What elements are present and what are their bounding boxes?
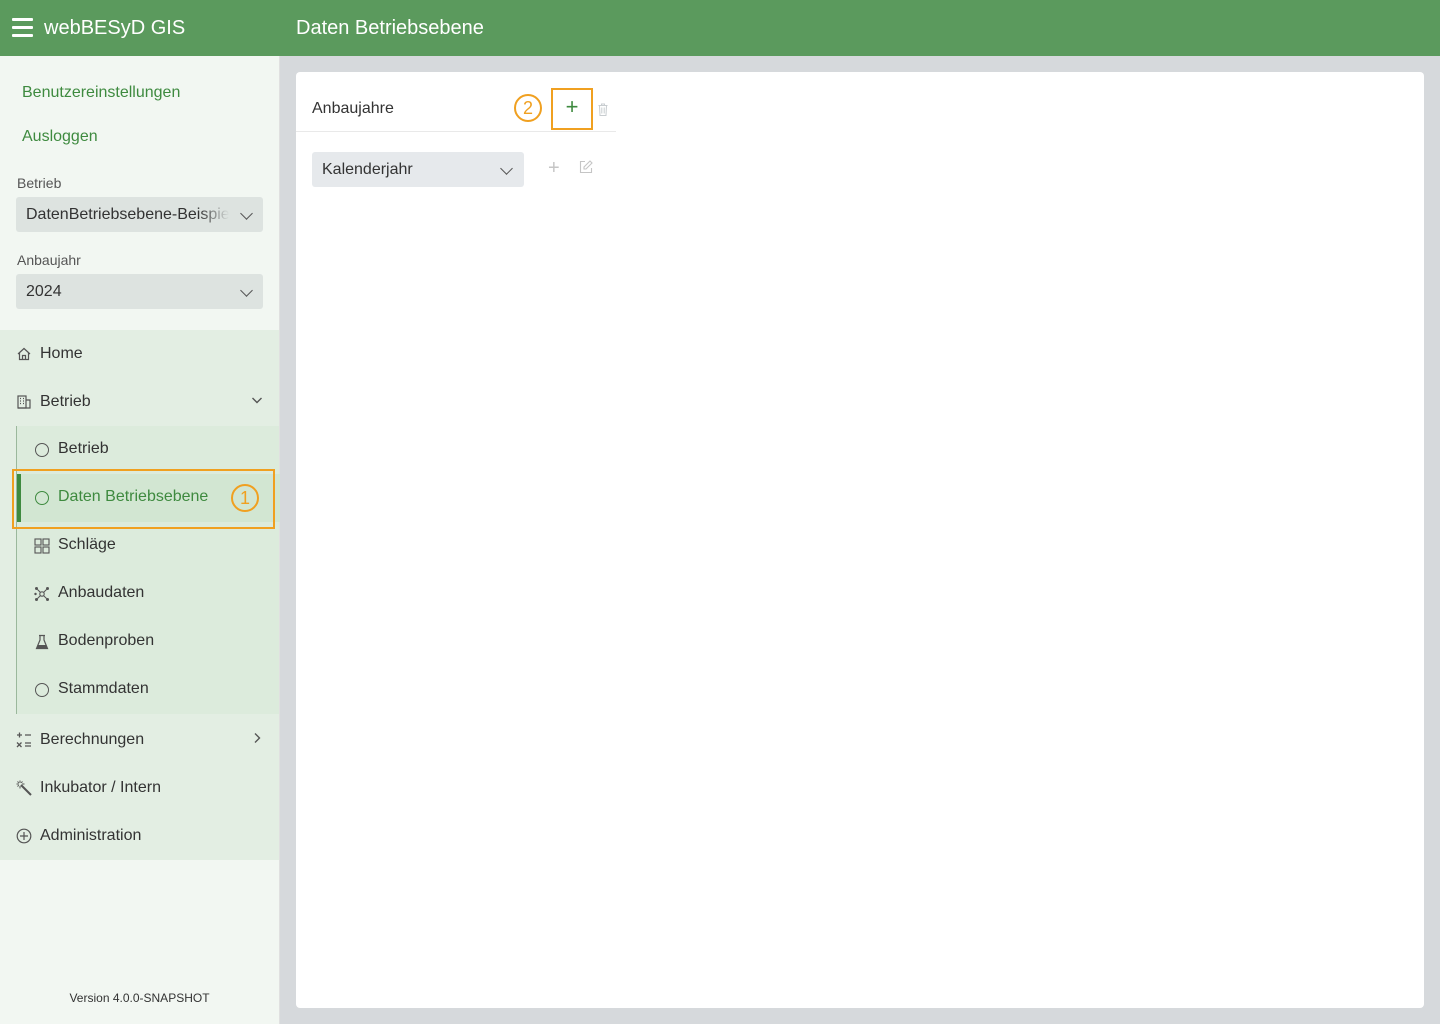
step-2-highlight [551,88,593,130]
circle-icon [34,682,50,698]
anbaujahr-select-value: 2024 [26,283,62,300]
trash-icon[interactable] [598,103,608,116]
user-settings-link[interactable]: Benutzereinstellungen [22,84,180,102]
sub-item-label: Stammdaten [58,680,149,697]
edit-icon[interactable] [579,160,593,174]
flask-icon [34,634,50,650]
chevron-down-icon [240,284,253,297]
nav-item-label: Berechnungen [40,731,145,748]
version-text: Version 4.0.0-SNAPSHOT [69,991,210,1005]
anbaujahr-select[interactable]: 2024 [16,274,263,309]
nav-item-home[interactable]: Home [0,330,279,378]
nav-item-administration[interactable]: Administration [0,812,279,860]
sidebar-item-bodenproben[interactable]: Bodenproben [17,618,280,666]
anbaujahr-label: Anbaujahr [17,252,81,268]
sub-item-label: Betrieb [58,440,109,457]
app-title: webBESyD GIS [44,17,186,39]
chevron-right-icon [251,731,263,749]
sub-item-label: Anbaudaten [58,584,145,601]
nav-item-label: Home [40,345,83,362]
sidebar-item-betrieb[interactable]: Betrieb [17,426,280,474]
step-1-badge: 1 [231,484,259,512]
betrieb-select-value: DatenBetriebsebene-Beispiel [26,206,229,223]
page-title: Daten Betriebsebene [296,17,484,39]
sub-item-label: Bodenproben [58,632,155,649]
sidebar-item-anbaudaten[interactable]: Anbaudaten [17,570,280,618]
hamburger-menu-icon[interactable] [12,18,33,37]
betrieb-label: Betrieb [17,175,62,191]
chevron-down-icon [251,393,263,411]
calculator-icon [16,732,32,748]
kalenderjahr-select[interactable]: Kalenderjahr [312,152,524,187]
building-icon [16,394,32,410]
nav-item-inkubator[interactable]: Inkubator / Intern [0,764,279,812]
sidebar: Benutzereinstellungen Ausloggen Betrieb … [0,56,280,1024]
chevron-down-icon [500,162,513,175]
logout-link[interactable]: Ausloggen [22,128,98,146]
step-2-badge: 2 [514,94,542,122]
nav-item-berechnungen[interactable]: Berechnungen [0,716,279,764]
anbaujahre-title: Anbaujahre [312,100,394,117]
sidebar-item-stammdaten[interactable]: Stammdaten [17,666,280,714]
top-bar: webBESyD GIS Daten Betriebsebene [0,0,1440,56]
magic-wand-icon [16,780,32,796]
main-navigation: Home Betrieb Betrieb Daten Betriebsebene [0,330,280,860]
kalenderjahr-select-value: Kalenderjahr [322,161,413,178]
main-card: Anbaujahre + Kalenderjahr + [296,72,1424,1008]
add-kalenderjahr-button[interactable]: + [548,157,560,180]
betrieb-select[interactable]: DatenBetriebsebene-Beispiel [16,197,263,232]
home-icon [16,346,32,362]
circle-icon [34,442,50,458]
sub-item-label: Schläge [58,536,116,553]
nav-item-label: Inkubator / Intern [40,779,161,796]
nav-item-label: Betrieb [40,393,91,410]
nav-item-betrieb[interactable]: Betrieb [0,378,279,426]
sidebar-item-schlaege[interactable]: Schläge [17,522,280,570]
plus-circle-icon [16,828,32,844]
chevron-down-icon [240,207,253,220]
network-icon [34,586,50,602]
nav-item-label: Administration [40,827,142,844]
grid-icon [34,538,50,554]
